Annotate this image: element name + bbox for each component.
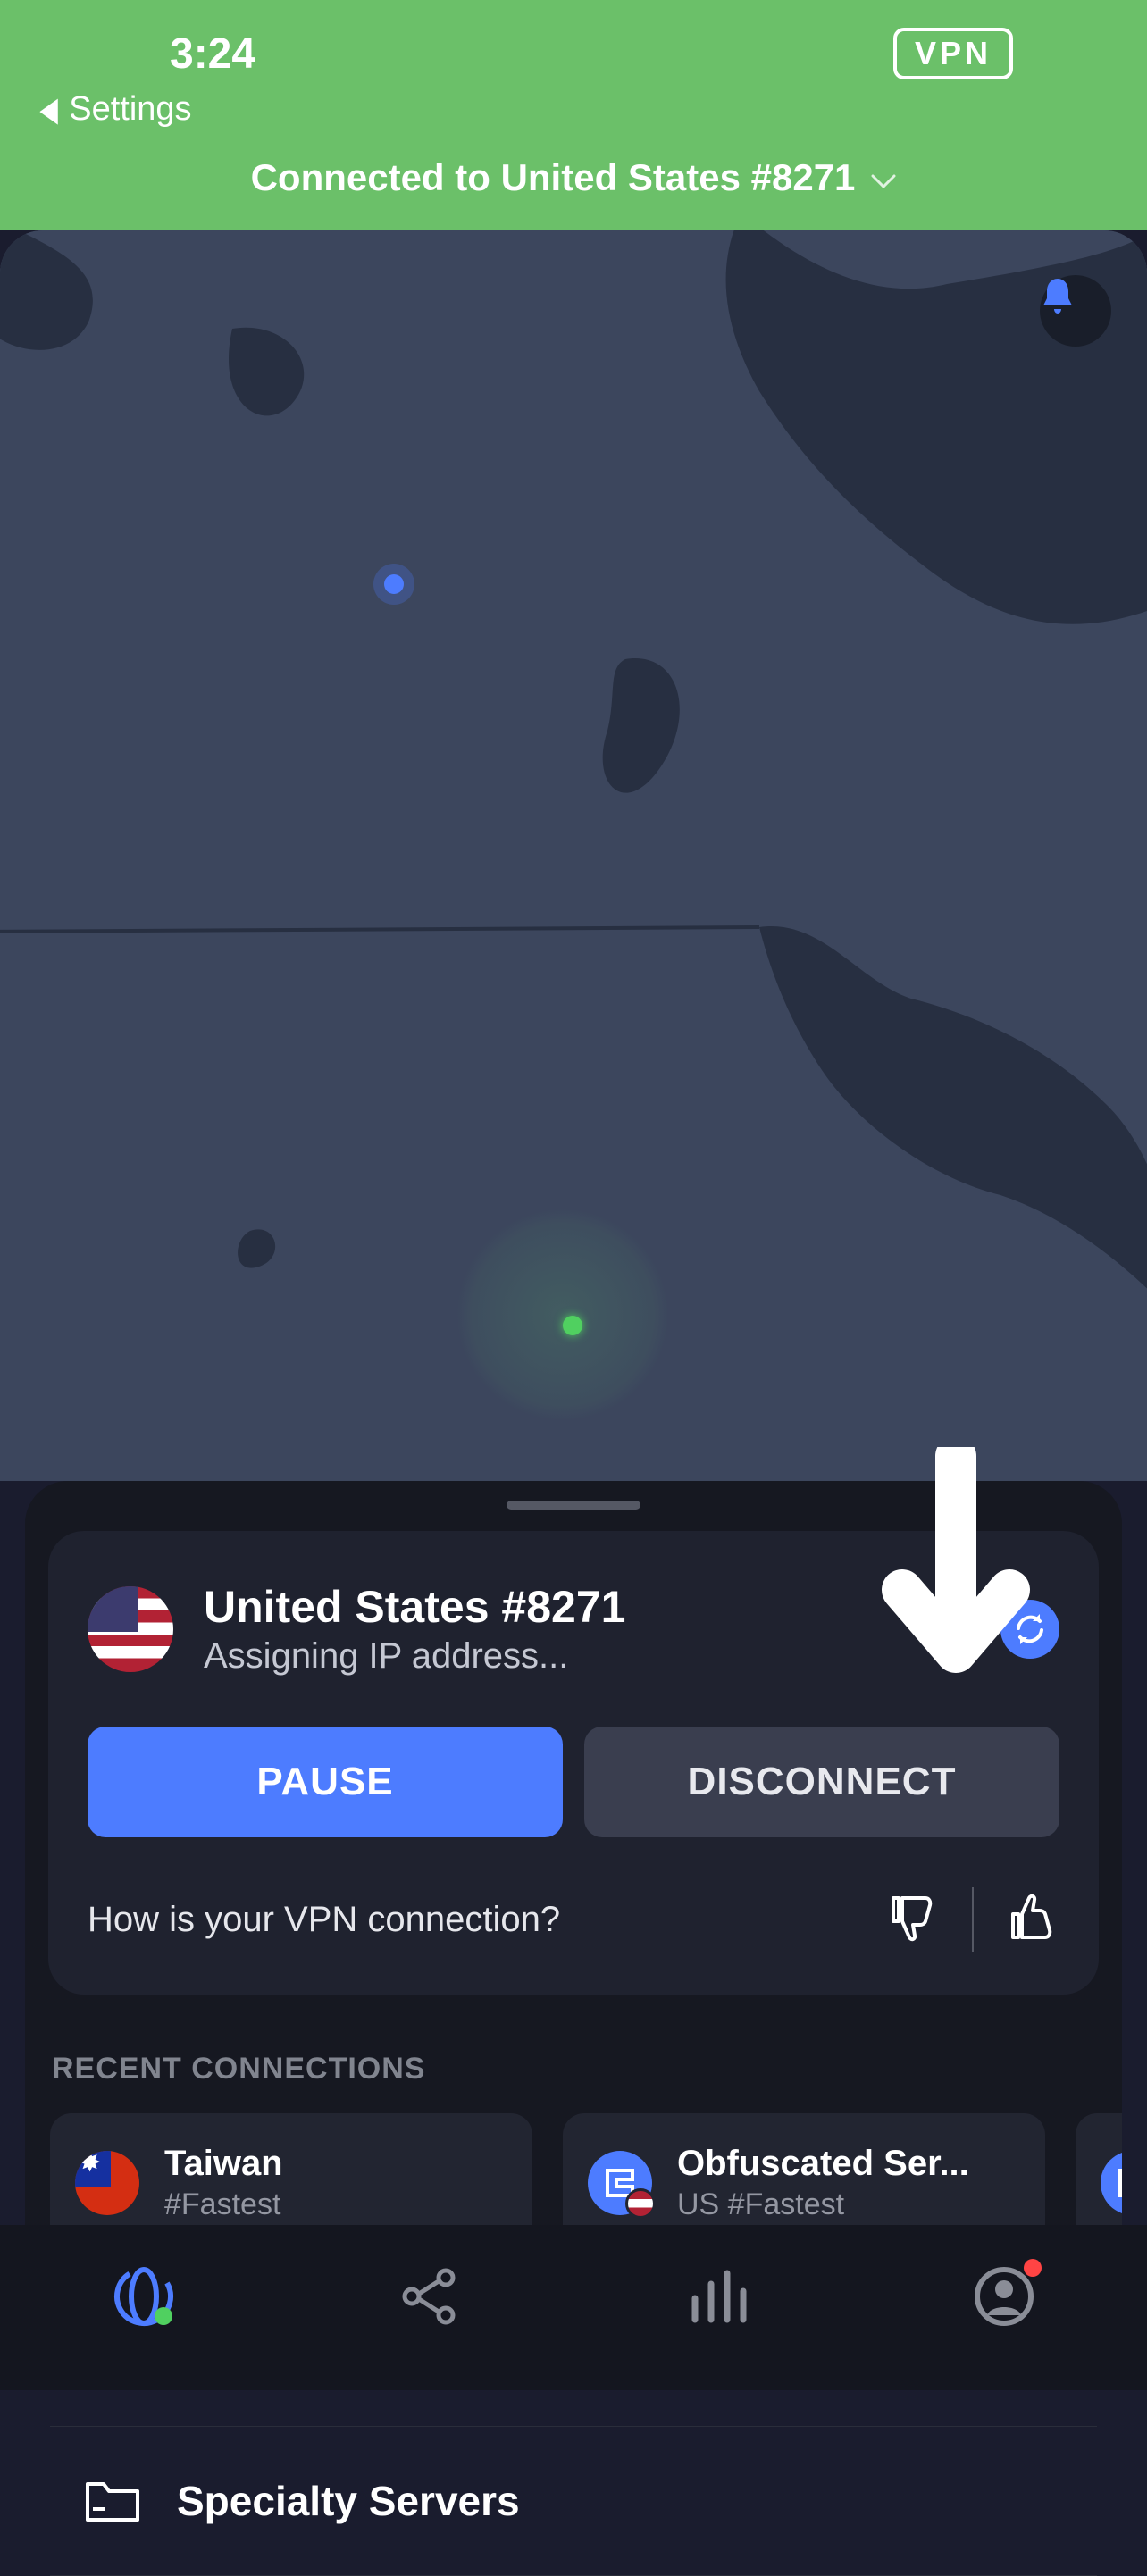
recent-subtitle: #Fastest (164, 2187, 283, 2222)
recent-title: Obfuscated Ser... (677, 2144, 969, 2184)
back-label: Settings (69, 90, 191, 129)
pause-button[interactable]: PAUSE (88, 1727, 563, 1837)
tab-profile[interactable] (968, 2261, 1040, 2332)
clock-time: 3:24 (170, 29, 255, 79)
back-to-settings[interactable]: ◀ Settings (0, 80, 1147, 138)
connection-status-dropdown[interactable]: Connected to United States #8271 (0, 138, 1147, 199)
map-location-marker-secondary (384, 574, 404, 594)
tab-home[interactable] (108, 2261, 180, 2332)
tab-bar (0, 2225, 1147, 2390)
map-pulse-ring (456, 1208, 670, 1422)
globe-icon (108, 2261, 180, 2332)
server-name: United States #8271 (204, 1581, 970, 1633)
rating-prompt: How is your VPN connection? (88, 1900, 560, 1940)
header: 3:24 VPN ◀ Settings Connected to United … (0, 0, 1147, 230)
vpn-indicator: VPN (893, 28, 1013, 79)
specialty-servers-row[interactable]: Specialty Servers (50, 2427, 1097, 2576)
notification-dot-icon (1024, 2259, 1042, 2277)
refresh-icon (1013, 1612, 1047, 1646)
back-caret-icon: ◀ (39, 89, 57, 130)
divider (972, 1887, 974, 1952)
recent-connections-heading: RECENT CONNECTIONS (52, 2052, 1122, 2087)
chevron-down-icon (871, 156, 896, 199)
bottom-panel: United States #8271 Assigning IP address… (25, 1481, 1122, 2225)
thumbs-up-button[interactable] (1006, 1891, 1059, 1949)
notifications-button[interactable] (1040, 275, 1111, 347)
thumbs-down-button[interactable] (886, 1891, 940, 1949)
us-flag-icon (88, 1586, 173, 1672)
bars-icon (686, 2268, 749, 2325)
recent-subtitle: US #Fastest (677, 2187, 969, 2222)
disconnect-button[interactable]: DISCONNECT (584, 1727, 1059, 1837)
status-bar: 3:24 VPN (0, 0, 1147, 80)
thumbs-up-icon (1006, 1891, 1059, 1945)
tab-nodes[interactable] (395, 2261, 466, 2332)
profile-icon (973, 2265, 1035, 2328)
specialty-label: Specialty Servers (177, 2477, 520, 2525)
connection-card: United States #8271 Assigning IP address… (48, 1531, 1099, 1995)
folder-icon (84, 2477, 141, 2525)
drag-handle[interactable] (507, 1501, 640, 1510)
map-view[interactable] (0, 230, 1147, 1481)
thumbs-down-icon (886, 1891, 940, 1945)
taiwan-flag-icon (75, 2151, 139, 2215)
recent-title: Taiwan (164, 2144, 283, 2184)
bell-icon (1040, 275, 1076, 314)
server-status: Assigning IP address... (204, 1636, 970, 1677)
refresh-button[interactable] (1000, 1600, 1059, 1659)
obfuscated-server-icon (1101, 2151, 1122, 2215)
tab-stats[interactable] (682, 2261, 753, 2332)
connected-text: Connected to United States #8271 (251, 156, 856, 199)
obfuscated-server-icon (588, 2151, 652, 2215)
nodes-icon (399, 2265, 462, 2328)
map-location-marker-active (563, 1316, 582, 1335)
